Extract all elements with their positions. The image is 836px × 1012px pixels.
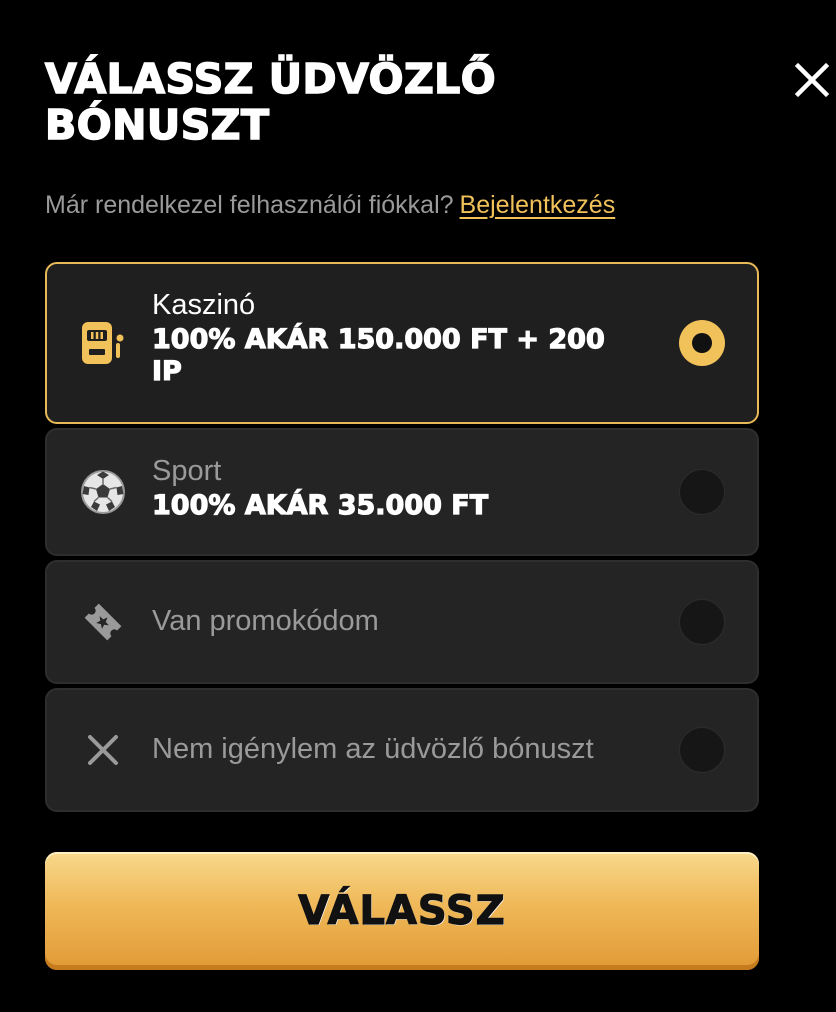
option-label: Kaszinó bbox=[152, 289, 256, 321]
x-icon bbox=[88, 735, 118, 765]
option-value: 100% AKÁR 35.000 FT bbox=[151, 489, 489, 521]
submit-button-label: VÁLASSZ bbox=[298, 887, 506, 934]
close-icon bbox=[794, 62, 830, 98]
close-button[interactable] bbox=[790, 58, 834, 102]
option-sport-text: Sport 100% AKÁR 35.000 FT bbox=[151, 454, 627, 522]
option-label: Sport bbox=[152, 455, 222, 487]
radio-sport[interactable] bbox=[679, 469, 725, 515]
option-label: Van promokódom bbox=[152, 605, 379, 637]
dialog-title: VÁLASSZ ÜDVÖZLŐ BÓNUSZT bbox=[44, 55, 497, 149]
login-link[interactable]: Bejelentkezés bbox=[460, 191, 616, 219]
submit-button[interactable]: VÁLASSZ bbox=[45, 852, 759, 970]
option-casino[interactable]: Kaszinó 100% AKÁR 150.000 FT + 200 IP bbox=[45, 262, 759, 424]
login-prompt: Már rendelkezel felhasználói fiókkal? Bej… bbox=[45, 189, 615, 221]
option-label: Nem igénylem az üdvözlő bónuszt bbox=[152, 733, 594, 765]
bonus-dialog: VÁLASSZ ÜDVÖZLŐ BÓNUSZT Már rendelkezel … bbox=[0, 0, 836, 1012]
login-prompt-text: Már rendelkezel felhasználói fiókkal? bbox=[45, 191, 454, 219]
ticket-icon bbox=[84, 603, 122, 641]
radio-promo-code[interactable] bbox=[679, 599, 725, 645]
radio-casino[interactable] bbox=[679, 320, 725, 366]
option-sport[interactable]: Sport 100% AKÁR 35.000 FT bbox=[45, 428, 759, 556]
radio-no-bonus[interactable] bbox=[679, 727, 725, 773]
option-casino-text: Kaszinó 100% AKÁR 150.000 FT + 200 IP bbox=[151, 288, 627, 388]
option-no-bonus-text: Nem igénylem az üdvözlő bónuszt bbox=[152, 732, 627, 766]
option-no-bonus[interactable]: Nem igénylem az üdvözlő bónuszt bbox=[45, 688, 759, 812]
option-value: 100% AKÁR 150.000 FT + 200 IP bbox=[151, 323, 605, 387]
option-promo-text: Van promokódom bbox=[152, 604, 627, 638]
soccer-ball-icon bbox=[81, 470, 125, 514]
slot-machine-icon bbox=[82, 322, 124, 364]
option-promo-code[interactable]: Van promokódom bbox=[45, 560, 759, 684]
